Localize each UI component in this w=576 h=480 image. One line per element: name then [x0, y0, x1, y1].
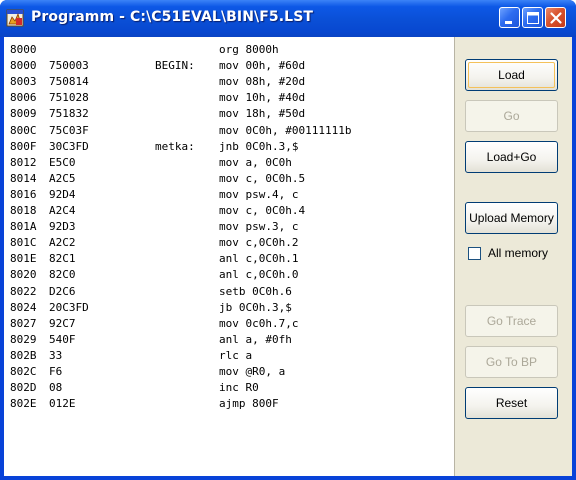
listing-opcode: F6 [49, 365, 63, 378]
listing-instruction: mov @R0, a [219, 365, 286, 378]
listing-opcode: 82C0 [49, 268, 76, 282]
listing-address: 8018 [10, 204, 37, 217]
listing-address: 802C [10, 365, 37, 378]
listing-address: 8020 [10, 268, 37, 282]
all-memory-label: All memory [488, 246, 549, 260]
listing-address: 8029 [10, 332, 37, 346]
listing-opcode: 751028 [49, 91, 89, 105]
listing-instruction: setb 0C0h.6 [219, 284, 292, 298]
maximize-button[interactable] [522, 7, 543, 28]
listing-opcode: 33 [49, 348, 63, 362]
listing-instruction: anl a, #0fh [219, 332, 292, 346]
listing-instruction: mov c, 0C0h.4 [219, 204, 306, 217]
listing-opcode: E5C0 [49, 155, 76, 169]
listing-address: 8016 [10, 187, 37, 201]
listing-address: 8027 [10, 316, 37, 330]
go-button[interactable]: Go [465, 100, 558, 132]
listing-opcode: A2C4 [49, 204, 76, 217]
go-to-bp-button[interactable]: Go To BP [465, 346, 558, 378]
listing-panel[interactable]: 8000 org 8000h 8000 750003 BEGIN: mov 00h, #6… [4, 37, 455, 476]
listing-address: 8003 [10, 75, 37, 89]
listing-address: 8006 [10, 91, 37, 105]
listing-address: 801C [10, 236, 37, 250]
listing-opcode: 012E [49, 397, 76, 411]
listing-instruction: ajmp 800F [219, 397, 279, 411]
listing-address: 8014 [10, 171, 37, 185]
listing-instruction: mov 00h, #60d [219, 59, 306, 73]
listing-opcode: 82C1 [49, 252, 76, 266]
listing-instruction: mov 0c0h.7,c [219, 316, 299, 330]
load-go-button[interactable]: Load+Go [465, 141, 558, 173]
listing-address: 8024 [10, 300, 37, 314]
listing-address: 8022 [10, 284, 37, 298]
listing-address: 8000 [10, 59, 37, 73]
listing-address: 8009 [10, 107, 37, 121]
program-window: Programm - C:\C51EVAL\BIN\F5.LST 8000 org… [0, 0, 576, 480]
load-button[interactable]: Load [465, 59, 558, 91]
listing-instruction: mov c,0C0h.2 [219, 236, 299, 250]
maximize-icon [527, 12, 539, 24]
listing-opcode: 92C7 [49, 316, 76, 330]
listing-opcode: A2C2 [49, 236, 76, 250]
listing-opcode: 540F [49, 332, 76, 346]
listing-instruction: jnb 0C0h.3,$ [219, 139, 299, 153]
listing-instruction: inc R0 [219, 381, 259, 395]
close-icon [550, 12, 562, 24]
listing-instruction: jb 0C0h.3,$ [219, 300, 292, 314]
listing-instruction: mov c, 0C0h.5 [219, 171, 306, 185]
go-trace-button[interactable]: Go Trace [465, 305, 558, 337]
listing-opcode: 75C03F [49, 123, 89, 137]
listing-instruction: mov psw.3, c [219, 220, 299, 234]
listing-instruction: mov 08h, #20d [219, 75, 306, 89]
listing-opcode: 751832 [49, 107, 89, 121]
listing-address: 8012 [10, 155, 37, 169]
listing-instruction: org 8000h [219, 43, 279, 56]
listing-opcode: 92D3 [49, 220, 76, 234]
listing-instruction: anl c,0C0h.1 [219, 252, 299, 266]
reset-button[interactable]: Reset [465, 387, 558, 419]
listing-instruction: mov psw.4, c [219, 187, 299, 201]
upload-memory-button[interactable]: Upload Memory [465, 202, 558, 234]
listing-opcode: D2C6 [49, 284, 76, 298]
listing-instruction: rlc a [219, 348, 253, 362]
listing-instruction: mov a, 0C0h [219, 155, 292, 169]
listing-opcode: 08 [49, 381, 63, 395]
client-area: 8000 org 8000h 8000 750003 BEGIN: mov 00h, #6… [4, 37, 572, 476]
listing-address: 801A [10, 220, 37, 234]
listing-instruction: mov 18h, #50d [219, 107, 306, 121]
minimize-button[interactable] [499, 7, 520, 28]
all-memory-checkbox[interactable] [468, 247, 481, 260]
listing-opcode: 30C3FD [49, 139, 89, 153]
listing-address: 8000 [10, 43, 37, 56]
listing-address: 801E [10, 252, 37, 266]
listing-address: 802D [10, 381, 37, 395]
listing-address: 800C [10, 123, 37, 137]
listing-instruction: mov 0C0h, #00111111b [219, 123, 352, 137]
program-app-icon [6, 9, 24, 27]
minimize-icon [505, 21, 512, 24]
listing-label: metka: [155, 139, 195, 153]
listing-address: 802B [10, 348, 37, 362]
listing-opcode: 750814 [49, 75, 89, 89]
title-bar[interactable]: Programm - C:\C51EVAL\BIN\F5.LST [0, 0, 576, 37]
close-button[interactable] [545, 7, 566, 28]
listing-opcode: A2C5 [49, 171, 76, 185]
listing-address: 800F [10, 139, 37, 153]
listing-address: 802E [10, 397, 37, 411]
listing-opcode: 750003 [49, 59, 89, 73]
listing-instruction: mov 10h, #40d [219, 91, 306, 105]
listing-opcode: 92D4 [49, 187, 76, 201]
listing-label: BEGIN: [155, 59, 195, 73]
listing-opcode: 20C3FD [49, 300, 89, 314]
window-title: Programm - C:\C51EVAL\BIN\F5.LST [31, 9, 314, 25]
listing-instruction: anl c,0C0h.0 [219, 268, 299, 282]
